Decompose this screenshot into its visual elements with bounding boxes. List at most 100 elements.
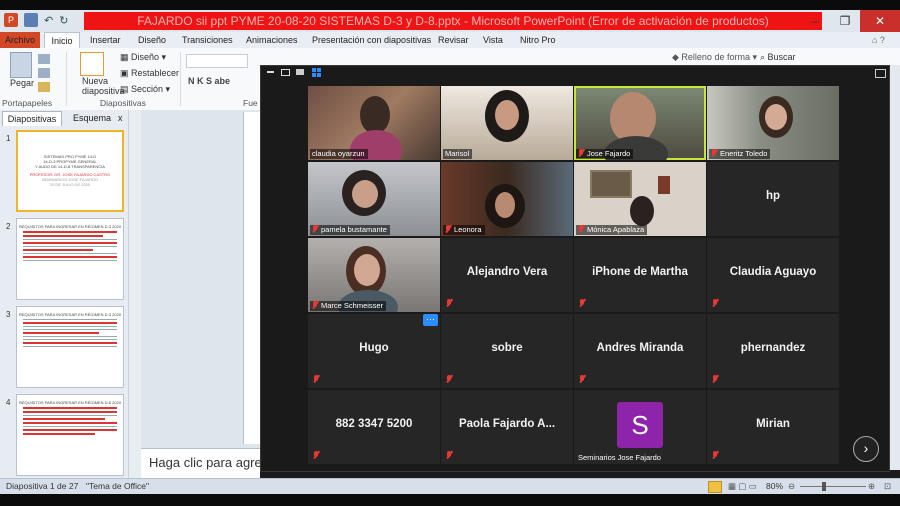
tab-presentacion[interactable]: Presentación con diapositivas bbox=[312, 32, 431, 48]
slide-thumbnail-2[interactable]: REQUISITOS PARA INGRESAR EN RÉGIMEN D-3 … bbox=[16, 218, 124, 300]
participant-name: Leonora bbox=[443, 225, 485, 235]
participant-name-text: Leonora bbox=[454, 225, 482, 234]
minimize-button[interactable]: – bbox=[800, 10, 830, 32]
paste-button[interactable]: Pegar bbox=[10, 78, 34, 88]
participant-name: Mónica Apablaza bbox=[576, 225, 648, 235]
thumb-text-line bbox=[23, 249, 93, 251]
new-slide-button[interactable]: Nueva diapositiva bbox=[82, 76, 125, 96]
participant-tile[interactable]: phernandez bbox=[707, 314, 839, 388]
participant-tile[interactable]: claudia oyarzun bbox=[308, 86, 440, 160]
tab-diseno[interactable]: Diseño bbox=[138, 32, 166, 48]
gallery-view-icon[interactable] bbox=[312, 68, 321, 77]
participant-tile[interactable]: Mónica Apablaza bbox=[574, 162, 706, 236]
thumb-text-line bbox=[23, 329, 117, 330]
panel-close-button[interactable]: x bbox=[118, 111, 126, 125]
participant-video bbox=[495, 100, 519, 130]
new-slide-icon[interactable] bbox=[80, 52, 104, 76]
help-icon[interactable]: ⌂ ? bbox=[872, 32, 885, 48]
thumb-text-line bbox=[23, 253, 117, 254]
minimize-icon[interactable] bbox=[267, 71, 274, 73]
participant-tile[interactable]: Mirian bbox=[707, 390, 839, 464]
layout-button[interactable]: ▦ Diseño ▾ bbox=[120, 52, 166, 63]
slide-thumbnail-4[interactable]: REQUISITOS PARA INGRESAR EN RÉGIMEN D-8 … bbox=[16, 394, 124, 476]
reset-button[interactable]: ▣ Restablecer bbox=[120, 68, 179, 79]
tab-inicio[interactable]: Inicio bbox=[44, 32, 80, 49]
tile-view-icon[interactable] bbox=[281, 69, 290, 76]
cut-icon[interactable] bbox=[38, 54, 50, 64]
zoom-in-icon[interactable]: ⊕ bbox=[868, 481, 875, 492]
undo-icon[interactable]: ↶ bbox=[44, 14, 53, 27]
more-options-button[interactable]: ··· bbox=[423, 314, 438, 326]
close-button[interactable]: ✕ bbox=[860, 10, 900, 32]
restore-button[interactable]: ❐ bbox=[830, 10, 860, 32]
tab-slides[interactable]: Diapositivas bbox=[2, 111, 62, 126]
zoom-slider[interactable] bbox=[800, 486, 866, 487]
window-controls: – ❐ ✕ bbox=[800, 10, 900, 32]
font-style-buttons[interactable]: N K S abe bbox=[188, 76, 230, 86]
participant-tile[interactable]: S Seminarios Jose Fajardo bbox=[574, 390, 706, 464]
section-button[interactable]: ▤ Sección ▾ bbox=[120, 84, 170, 95]
slide-thumbnail-1[interactable]: SISTEMAS PRO PYME 14-D 14-D-3 PROPYME GE… bbox=[16, 130, 124, 212]
participant-tile[interactable]: Marce Schmeisser bbox=[308, 238, 440, 312]
shape-fill-button[interactable]: ◆ Relleno de forma ▾ bbox=[672, 52, 757, 63]
paste-icon[interactable] bbox=[10, 52, 32, 78]
participant-tile[interactable]: hp bbox=[707, 162, 839, 236]
zoom-level[interactable]: 80% bbox=[766, 481, 783, 491]
participant-tile[interactable]: 882 3347 5200 bbox=[308, 390, 440, 464]
find-button[interactable]: ⌕ Buscar bbox=[760, 52, 796, 63]
muted-microphone-icon bbox=[712, 449, 721, 461]
ribbon-tabs: Archivo Inicio Insertar Diseño Transicio… bbox=[0, 32, 900, 49]
participant-tile[interactable]: Marisol bbox=[441, 86, 573, 160]
participant-avatar: S bbox=[617, 402, 663, 448]
save-icon[interactable] bbox=[24, 13, 38, 27]
participant-tile[interactable]: Eneritz Toledo bbox=[707, 86, 839, 160]
participant-tile[interactable]: Alejandro Vera bbox=[441, 238, 573, 312]
notes-pane[interactable]: Haga clic para agregar bbox=[141, 448, 281, 479]
participant-tile[interactable]: sobre bbox=[441, 314, 573, 388]
participant-tile[interactable]: Paola Fajardo A... bbox=[441, 390, 573, 464]
next-page-button[interactable]: › bbox=[853, 436, 879, 462]
slides-panel-scrollbar[interactable] bbox=[128, 110, 141, 478]
participant-name: Marisol bbox=[443, 149, 473, 159]
zoom-slider-thumb[interactable] bbox=[822, 482, 826, 491]
participant-tile[interactable]: Claudia Aguayo bbox=[707, 238, 839, 312]
participant-name: Hugo bbox=[359, 342, 389, 354]
normal-view-icon[interactable] bbox=[708, 481, 722, 493]
section-label: Sección bbox=[131, 84, 164, 94]
fit-to-window-icon[interactable]: ⊡ bbox=[884, 481, 891, 492]
thumb-text-line bbox=[23, 235, 103, 237]
slide-thumbnail-3[interactable]: REQUISITOS PARA INGRESAR EN RÉGIMEN D-3 … bbox=[16, 306, 124, 388]
format-painter-icon[interactable] bbox=[38, 82, 50, 92]
tab-nitro-pro[interactable]: Nitro Pro bbox=[520, 32, 556, 48]
tab-animaciones[interactable]: Animaciones bbox=[246, 32, 298, 48]
participant-name: 882 3347 5200 bbox=[335, 418, 413, 430]
participant-name-text: Jose Fajardo bbox=[587, 149, 631, 158]
fullscreen-icon[interactable] bbox=[875, 69, 886, 78]
tab-transiciones[interactable]: Transiciones bbox=[182, 32, 233, 48]
copy-icon[interactable] bbox=[38, 68, 50, 78]
layout-label: Diseño bbox=[131, 52, 160, 62]
zoom-out-icon[interactable]: ⊖ bbox=[788, 481, 795, 492]
tab-revisar[interactable]: Revisar bbox=[438, 32, 469, 48]
participant-tile[interactable]: iPhone de Martha bbox=[574, 238, 706, 312]
tab-vista[interactable]: Vista bbox=[483, 32, 503, 48]
participant-name: Seminarios Jose Fajardo bbox=[578, 453, 661, 462]
participant-tile[interactable]: pamela bustamante bbox=[308, 162, 440, 236]
participant-tile[interactable]: Jose Fajardo bbox=[574, 86, 706, 160]
speaker-view-icon[interactable] bbox=[296, 69, 304, 75]
font-name-box[interactable] bbox=[186, 54, 248, 68]
video-meeting-window: claudia oyarzun Marisol Jose Fajardo Ene… bbox=[260, 65, 890, 472]
redo-icon[interactable]: ↻ bbox=[59, 14, 68, 27]
tab-archivo[interactable]: Archivo bbox=[0, 32, 40, 48]
wall-picture bbox=[590, 170, 632, 198]
muted-microphone-icon bbox=[712, 373, 721, 385]
participant-tile[interactable]: Andres Miranda bbox=[574, 314, 706, 388]
participant-tile[interactable]: Hugo bbox=[308, 314, 440, 388]
muted-microphone-icon bbox=[313, 449, 322, 461]
view-buttons[interactable]: ▦ ▢ ▭ bbox=[728, 481, 757, 492]
tab-outline[interactable]: Esquema bbox=[64, 111, 120, 125]
slide-canvas[interactable] bbox=[243, 112, 261, 444]
thumb-text-line bbox=[23, 407, 117, 409]
participant-tile[interactable]: Leonora bbox=[441, 162, 573, 236]
tab-insertar[interactable]: Insertar bbox=[90, 32, 121, 48]
